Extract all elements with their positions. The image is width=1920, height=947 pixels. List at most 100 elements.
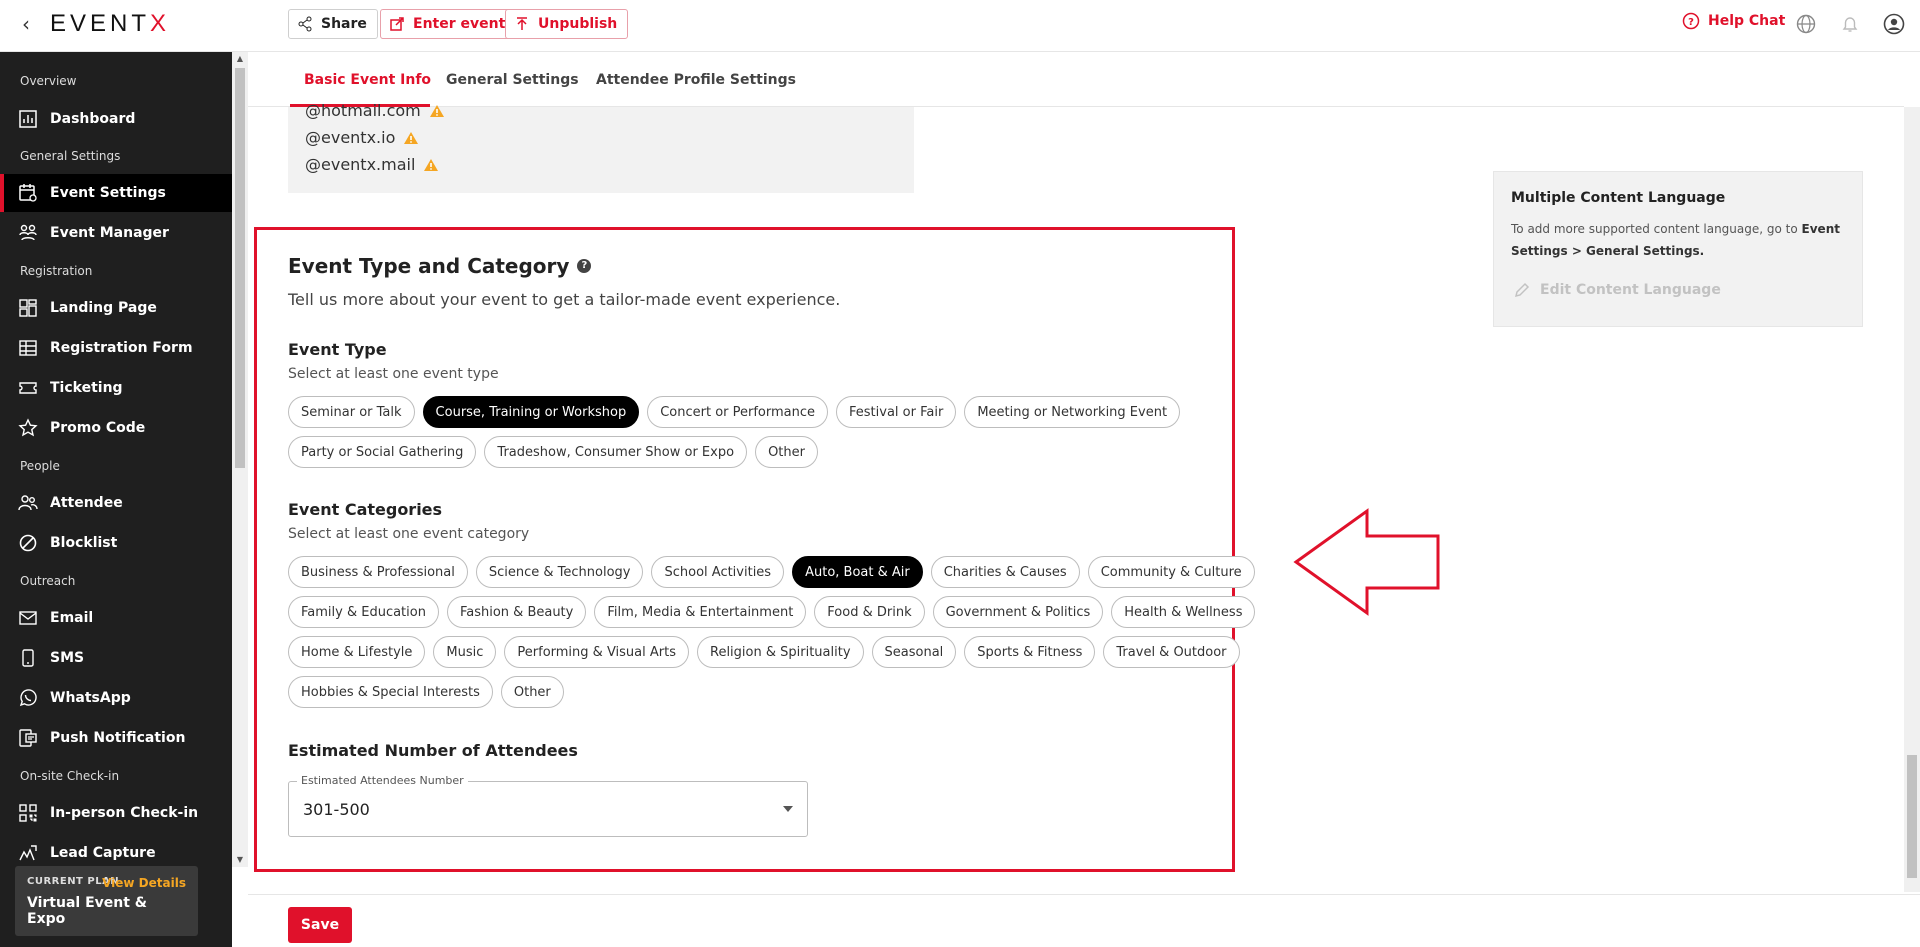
content-language-card: Multiple Content Language To add more su… (1493, 171, 1863, 327)
sidebar-item-push-notification[interactable]: Push Notification (0, 719, 232, 757)
chip-option[interactable]: Party or Social Gathering (288, 436, 477, 468)
sidebar-item-landing-page[interactable]: Landing Page (0, 289, 232, 327)
sidebar-item-label: Lead Capture (50, 845, 156, 861)
globe-icon[interactable] (1795, 13, 1817, 35)
domain-text: @eventx.mail (305, 155, 416, 174)
sidebar-item-label: Event Settings (50, 185, 166, 201)
view-details-link[interactable]: View Details (102, 876, 186, 890)
estimated-attendees-value: 301-500 (303, 800, 370, 819)
chip-option[interactable]: Course, Training or Workshop (422, 396, 640, 428)
chip-row: Hobbies & Special Interests Other (288, 676, 564, 708)
tab-basic-event-info[interactable]: Basic Event Info (304, 72, 431, 88)
chip-row: Party or Social Gathering Tradeshow, Cons… (288, 436, 818, 468)
chip-option[interactable]: Community & Culture (1087, 556, 1255, 588)
chip-option[interactable]: Auto, Boat & Air (792, 556, 923, 588)
sidebar-item-promo-code[interactable]: Promo Code (0, 409, 232, 447)
chip-option[interactable]: Home & Lifestyle (288, 636, 426, 668)
chip-option[interactable]: Travel & Outdoor (1103, 636, 1240, 668)
layout-icon (19, 299, 37, 317)
sidebar-item-event-settings[interactable]: Event Settings (0, 174, 232, 212)
share-button[interactable]: Share (288, 9, 378, 39)
tab-general-settings[interactable]: General Settings (446, 72, 579, 88)
chip-option[interactable]: Hobbies & Special Interests (288, 676, 493, 708)
sidebar-item-whatsapp[interactable]: WhatsApp (0, 679, 232, 717)
edit-content-language-button[interactable]: Edit Content Language (1514, 282, 1721, 298)
unpublish-button[interactable]: Unpublish (505, 9, 629, 39)
chip-row: Family & Education Fashion & Beauty Film, … (288, 596, 1256, 628)
enter-event-label: Enter event (413, 16, 506, 32)
save-button[interactable]: Save (288, 907, 352, 943)
sidebar-scrollbar[interactable]: ▲ ▼ (232, 52, 248, 867)
enter-event-button[interactable]: Enter event (380, 9, 517, 39)
chip-option[interactable]: Health & Wellness (1111, 596, 1256, 628)
sidebar: Overview Dashboard General Settings Even… (0, 52, 232, 947)
domain-item: @hotmail.com (305, 101, 445, 120)
sidebar-item-in-person-checkin[interactable]: In-person Check-in (0, 794, 232, 832)
chip-option[interactable]: School Activities (651, 556, 785, 588)
section-onsite-checkin: On-site Check-in (20, 769, 120, 783)
chip-option[interactable]: Religion & Spirituality (697, 636, 864, 668)
chip-option[interactable]: Science & Technology (475, 556, 644, 588)
sidebar-item-ticketing[interactable]: Ticketing (0, 369, 232, 407)
scroll-up-icon[interactable]: ▲ (235, 54, 245, 64)
chip-option[interactable]: Music (433, 636, 497, 668)
sidebar-item-sms[interactable]: SMS (0, 639, 232, 677)
chip-option[interactable]: Family & Education (288, 596, 439, 628)
sidebar-item-label: Ticketing (50, 380, 123, 396)
chip-option[interactable]: Festival or Fair (836, 396, 957, 428)
table-icon (19, 340, 37, 356)
chip-option[interactable]: Seasonal (871, 636, 957, 668)
section-general-settings: General Settings (20, 149, 121, 163)
scroll-down-icon[interactable]: ▼ (235, 855, 245, 865)
sidebar-item-registration-form[interactable]: Registration Form (0, 329, 232, 367)
left-arrow-annotation (1293, 508, 1440, 616)
event-settings-icon (19, 184, 37, 202)
plan-name: Virtual Event & Expo (27, 895, 147, 927)
event-categories-heading: Event Categories (288, 500, 443, 519)
chip-row: Home & Lifestyle Music Performing & Visual… (288, 636, 1240, 668)
chip-option[interactable]: Government & Politics (932, 596, 1104, 628)
people-icon (19, 224, 37, 241)
sidebar-item-label: Attendee (50, 495, 123, 511)
tab-attendee-profile-settings[interactable]: Attendee Profile Settings (596, 72, 796, 88)
chip-option[interactable]: Food & Drink (814, 596, 925, 628)
chip-option[interactable]: Other (500, 676, 564, 708)
sidebar-item-dashboard[interactable]: Dashboard (0, 100, 232, 138)
sidebar-scroll-thumb[interactable] (235, 68, 245, 468)
chip-option[interactable]: Concert or Performance (647, 396, 829, 428)
attendees-heading: Estimated Number of Attendees (288, 741, 578, 760)
main-scroll-thumb[interactable] (1907, 755, 1917, 878)
pencil-icon (1514, 282, 1530, 298)
sidebar-item-event-manager[interactable]: Event Manager (0, 214, 232, 252)
user-avatar-icon[interactable] (1883, 13, 1905, 35)
help-question-icon[interactable]: ? (577, 259, 592, 273)
chip-row: Seminar or Talk Course, Training or Works… (288, 396, 1181, 428)
chip-option[interactable]: Tradeshow, Consumer Show or Expo (484, 436, 748, 468)
sidebar-item-attendee[interactable]: Attendee (0, 484, 232, 522)
chip-option[interactable]: Charities & Causes (930, 556, 1080, 588)
chip-option[interactable]: Business & Professional (288, 556, 468, 588)
chip-option[interactable]: Meeting or Networking Event (964, 396, 1181, 428)
chip-option[interactable]: Performing & Visual Arts (504, 636, 689, 668)
estimated-attendees-select[interactable]: Estimated Attendees Number 301-500 (288, 774, 808, 837)
qr-icon (19, 804, 37, 822)
chip-option[interactable]: Other (755, 436, 818, 468)
bell-icon[interactable] (1839, 13, 1861, 35)
phone-icon (22, 649, 34, 667)
help-chat-label: Help Chat (1708, 13, 1786, 29)
section-outreach: Outreach (20, 574, 76, 588)
sidebar-item-blocklist[interactable]: Blocklist (0, 524, 232, 562)
chip-option[interactable]: Sports & Fitness (964, 636, 1096, 668)
chip-option[interactable]: Fashion & Beauty (446, 596, 587, 628)
chip-option[interactable]: Seminar or Talk (288, 396, 415, 428)
sidebar-item-email[interactable]: Email (0, 599, 232, 637)
section-title-text: Event Type and Category (288, 254, 570, 278)
domain-item: @eventx.mail (305, 155, 439, 174)
main-scrollbar[interactable] (1904, 107, 1920, 892)
section-people: People (20, 459, 60, 473)
help-chat-button[interactable]: ? Help Chat (1682, 12, 1785, 30)
sidebar-item-label: Blocklist (50, 535, 118, 551)
chip-option[interactable]: Film, Media & Entertainment (594, 596, 807, 628)
dropdown-caret-icon (783, 806, 793, 812)
back-icon[interactable]: ‹ (16, 12, 36, 36)
